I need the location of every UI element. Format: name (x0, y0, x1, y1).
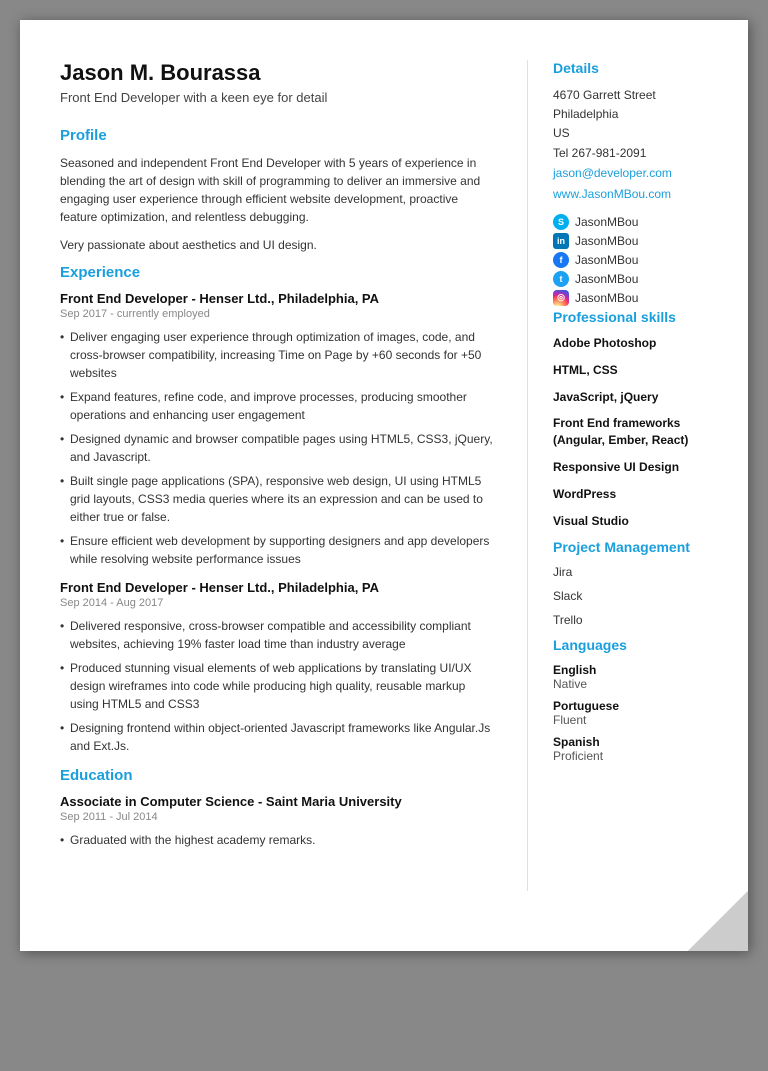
job-2-period: Sep 2014 - Aug 2017 (60, 597, 497, 609)
bullet-item: Deliver engaging user experience through… (60, 328, 497, 382)
social-twitter: t JasonMBou (553, 271, 728, 287)
skill-item: Front End frameworks (Angular, Ember, Re… (553, 415, 728, 449)
skill-item: HTML, CSS (553, 362, 728, 379)
lang-name: Portuguese (553, 699, 728, 713)
profile-section: Profile Seasoned and independent Front E… (60, 127, 497, 254)
social-instagram: ◎ JasonMBou (553, 290, 728, 306)
lang-level: Fluent (553, 713, 728, 727)
bullet-item: Expand features, refine code, and improv… (60, 388, 497, 424)
skill-item: WordPress (553, 486, 728, 503)
lang-level: Native (553, 677, 728, 691)
social-facebook: f JasonMBou (553, 252, 728, 268)
languages-section: Languages English Native Portuguese Flue… (553, 637, 728, 763)
skill-item: Responsive UI Design (553, 459, 728, 476)
bullet-item: Designing frontend within object-oriente… (60, 719, 497, 755)
lang-portuguese: Portuguese Fluent (553, 699, 728, 727)
facebook-icon: f (553, 252, 569, 268)
job-1-bullets: Deliver engaging user experience through… (60, 328, 497, 568)
facebook-handle: JasonMBou (575, 253, 638, 267)
skype-icon: S (553, 214, 569, 230)
edu-degree: Associate in Computer Science - Saint Ma… (60, 794, 497, 809)
social-linkedin: in JasonMBou (553, 233, 728, 249)
lang-name: Spanish (553, 735, 728, 749)
profile-para-2: Very passionate about aesthetics and UI … (60, 236, 497, 254)
address-line2: Philadelphia (553, 105, 728, 124)
pm-title: Project Management (553, 539, 728, 555)
bullet-item: Produced stunning visual elements of web… (60, 659, 497, 713)
skills-section: Professional skills Adobe Photoshop HTML… (553, 309, 728, 529)
details-section: Details 4670 Garrett Street Philadelphia… (553, 60, 728, 206)
resume-page: Jason M. Bourassa Front End Developer wi… (20, 20, 748, 951)
details-title: Details (553, 60, 728, 76)
job-1-period: Sep 2017 - currently employed (60, 308, 497, 320)
candidate-tagline: Front End Developer with a keen eye for … (60, 90, 497, 105)
job-1-title: Front End Developer - Henser Ltd., Phila… (60, 291, 497, 306)
job-1: Front End Developer - Henser Ltd., Phila… (60, 291, 497, 568)
social-section: S JasonMBou in JasonMBou f JasonMBou t J… (553, 214, 728, 306)
lang-spanish: Spanish Proficient (553, 735, 728, 763)
linkedin-handle: JasonMBou (575, 234, 638, 248)
phone: Tel 267-981-2091 (553, 144, 728, 163)
experience-section: Experience Front End Developer - Henser … (60, 264, 497, 755)
education-section-title: Education (60, 767, 497, 784)
twitter-handle: JasonMBou (575, 272, 638, 286)
bullet-item: Ensure efficient web development by supp… (60, 532, 497, 568)
pm-item: Jira (553, 565, 728, 579)
linkedin-icon: in (553, 233, 569, 249)
lang-name: English (553, 663, 728, 677)
lang-level: Proficient (553, 749, 728, 763)
left-column: Jason M. Bourassa Front End Developer wi… (20, 60, 528, 891)
pm-item: Slack (553, 589, 728, 603)
skill-item: Visual Studio (553, 513, 728, 530)
education-section: Education Associate in Computer Science … (60, 767, 497, 849)
bullet-item: Delivered responsive, cross-browser comp… (60, 617, 497, 653)
right-column: Details 4670 Garrett Street Philadelphia… (528, 60, 748, 891)
experience-section-title: Experience (60, 264, 497, 281)
instagram-icon: ◎ (553, 290, 569, 306)
social-skype: S JasonMBou (553, 214, 728, 230)
twitter-icon: t (553, 271, 569, 287)
job-2-title: Front End Developer - Henser Ltd., Phila… (60, 580, 497, 595)
address-line3: US (553, 124, 728, 143)
edu-bullets: Graduated with the highest academy remar… (60, 831, 497, 849)
bullet-item: Built single page applications (SPA), re… (60, 472, 497, 526)
bullet-item: Designed dynamic and browser compatible … (60, 430, 497, 466)
job-2: Front End Developer - Henser Ltd., Phila… (60, 580, 497, 755)
job-2-bullets: Delivered responsive, cross-browser comp… (60, 617, 497, 755)
project-management-section: Project Management Jira Slack Trello (553, 539, 728, 627)
skills-title: Professional skills (553, 309, 728, 325)
pm-item: Trello (553, 613, 728, 627)
address-line1: 4670 Garrett Street (553, 86, 728, 105)
skill-item: JavaScript, jQuery (553, 389, 728, 406)
skill-item: Adobe Photoshop (553, 335, 728, 352)
edu-item-1: Associate in Computer Science - Saint Ma… (60, 794, 497, 849)
languages-title: Languages (553, 637, 728, 653)
email-link[interactable]: jason@developer.com (553, 163, 728, 185)
edu-period: Sep 2011 - Jul 2014 (60, 811, 497, 823)
lang-english: English Native (553, 663, 728, 691)
instagram-handle: JasonMBou (575, 291, 638, 305)
skype-handle: JasonMBou (575, 215, 638, 229)
page-number: 2/2 (711, 927, 728, 941)
website-link[interactable]: www.JasonMBou.com (553, 184, 728, 206)
profile-section-title: Profile (60, 127, 497, 144)
candidate-name: Jason M. Bourassa (60, 60, 497, 86)
resume-body: Jason M. Bourassa Front End Developer wi… (20, 60, 748, 891)
bullet-item: Graduated with the highest academy remar… (60, 831, 497, 849)
profile-para-1: Seasoned and independent Front End Devel… (60, 154, 497, 226)
